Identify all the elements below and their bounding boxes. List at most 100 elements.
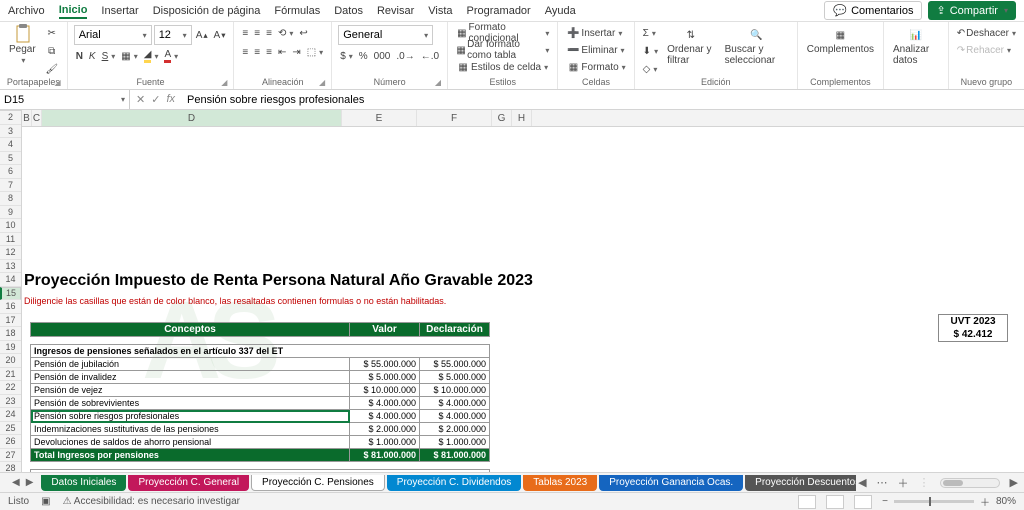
- merge-button[interactable]: ⬚▾: [305, 44, 325, 60]
- menu-revisar[interactable]: Revisar: [377, 5, 414, 17]
- tab-add-icon[interactable]: ＋: [898, 475, 909, 491]
- menu-inicio[interactable]: Inicio: [59, 4, 88, 19]
- decrease-decimal-button[interactable]: ←.0: [419, 48, 441, 64]
- row-header[interactable]: 23: [0, 395, 21, 409]
- menu-archivo[interactable]: Archivo: [8, 5, 45, 17]
- copy-button[interactable]: ⧉: [43, 43, 61, 59]
- row-headers[interactable]: 2345678910111213141516171819202122232425…: [0, 111, 22, 472]
- row-header[interactable]: 7: [0, 179, 21, 193]
- view-layout-button[interactable]: [826, 495, 844, 509]
- comma-button[interactable]: 000: [372, 48, 393, 64]
- row-header[interactable]: 27: [0, 449, 21, 463]
- font-color-button[interactable]: A▾: [162, 48, 180, 64]
- paste-button[interactable]: Pegar▾: [6, 25, 39, 67]
- menu-formulas[interactable]: Fórmulas: [274, 5, 320, 17]
- row-header[interactable]: 28: [0, 462, 21, 472]
- indent-dec-button[interactable]: ⇤: [276, 44, 288, 60]
- find-select-button[interactable]: 🔍Buscar y seleccionar: [722, 25, 791, 68]
- sheet-tab[interactable]: Proyección Ganancia Ocas.: [599, 475, 743, 491]
- increase-decimal-button[interactable]: .0→: [394, 48, 416, 64]
- align-center-button[interactable]: ≡: [252, 44, 262, 60]
- bold-button[interactable]: N: [74, 48, 85, 64]
- zoom-out-button[interactable]: −: [882, 496, 888, 507]
- row-header[interactable]: 2: [0, 111, 21, 125]
- sort-filter-button[interactable]: ⇅Ordenar y filtrar: [664, 25, 718, 68]
- menu-datos[interactable]: Datos: [334, 5, 363, 17]
- col-header[interactable]: D: [42, 110, 342, 126]
- row-header[interactable]: 14: [0, 273, 21, 287]
- insert-cells-button[interactable]: ➕Insertar▾: [564, 25, 624, 41]
- menu-ayuda[interactable]: Ayuda: [545, 5, 576, 17]
- tab-more-icon[interactable]: ⋯: [877, 476, 888, 489]
- row-header[interactable]: 19: [0, 341, 21, 355]
- clear-button[interactable]: ◇▾: [641, 61, 660, 77]
- wrap-text-button[interactable]: ↩: [297, 25, 309, 41]
- redo-button[interactable]: ↷Rehacer▾: [955, 42, 1013, 58]
- row-header[interactable]: 18: [0, 327, 21, 341]
- autosum-button[interactable]: Σ▾: [641, 25, 660, 41]
- indent-inc-button[interactable]: ⇥: [290, 44, 302, 60]
- decrease-font-button[interactable]: A▾: [212, 27, 228, 43]
- format-cells-button[interactable]: ▦Formato▾: [564, 59, 627, 75]
- accept-icon[interactable]: ✓: [151, 93, 160, 106]
- menu-vista[interactable]: Vista: [428, 5, 452, 17]
- dialog-launcher-icon[interactable]: ◢: [221, 78, 227, 87]
- row-header[interactable]: 5: [0, 152, 21, 166]
- font-size-select[interactable]: 12▾: [154, 25, 192, 45]
- zoom-level[interactable]: 80%: [996, 496, 1016, 507]
- format-painter-button[interactable]: 🖌: [43, 61, 61, 77]
- row-header[interactable]: 12: [0, 246, 21, 260]
- cancel-icon[interactable]: ✕: [136, 93, 145, 106]
- col-header[interactable]: F: [417, 110, 492, 126]
- formula-input[interactable]: Pensión sobre riesgos profesionales: [181, 94, 1024, 106]
- row-header[interactable]: 24: [0, 408, 21, 422]
- col-header[interactable]: G: [492, 110, 512, 126]
- col-header[interactable]: E: [342, 110, 417, 126]
- col-headers[interactable]: B C D E F G H: [22, 110, 1024, 127]
- macro-icon[interactable]: ▣: [41, 496, 50, 507]
- row-header[interactable]: 4: [0, 138, 21, 152]
- sheet-tab[interactable]: Datos Iniciales: [41, 475, 126, 491]
- zoom-slider[interactable]: [894, 500, 974, 503]
- sheet-tab[interactable]: Tablas 2023: [523, 475, 597, 491]
- underline-button[interactable]: S▾: [100, 48, 118, 64]
- row-header[interactable]: 15: [0, 287, 21, 301]
- menu-disposicion[interactable]: Disposición de página: [153, 5, 261, 17]
- row-header[interactable]: 13: [0, 260, 21, 274]
- tab-nav[interactable]: ◀▶: [6, 477, 39, 488]
- menu-insertar[interactable]: Insertar: [101, 5, 138, 17]
- chevron-right-icon[interactable]: ▶: [26, 477, 34, 488]
- align-top-button[interactable]: ≡: [240, 25, 250, 41]
- sheet-tab[interactable]: Proyección Descuentos Trib.: [745, 475, 856, 491]
- row-header[interactable]: 22: [0, 381, 21, 395]
- row-header[interactable]: 3: [0, 125, 21, 139]
- format-table-button[interactable]: ▦Dar formato como tabla▾: [454, 42, 551, 58]
- col-header[interactable]: C: [32, 110, 42, 126]
- fill-color-button[interactable]: ◢▾: [142, 48, 161, 64]
- addins-button[interactable]: ▦Complementos: [804, 25, 877, 57]
- tab-next-icon[interactable]: ▶: [1010, 476, 1018, 489]
- align-left-button[interactable]: ≡: [240, 44, 250, 60]
- name-box[interactable]: D15▾: [0, 90, 130, 109]
- border-button[interactable]: ▦▾: [119, 48, 139, 64]
- share-button[interactable]: ⇪Compartir▾: [928, 1, 1016, 20]
- row-header[interactable]: 26: [0, 435, 21, 449]
- analyze-button[interactable]: 📊Analizar datos: [890, 25, 942, 68]
- accessibility-status[interactable]: ⚠ Accesibilidad: es necesario investigar: [63, 496, 240, 507]
- row-header[interactable]: 21: [0, 368, 21, 382]
- currency-button[interactable]: $▾: [338, 48, 355, 64]
- row-header[interactable]: 20: [0, 354, 21, 368]
- font-name-select[interactable]: Arial▾: [74, 25, 152, 45]
- row-header[interactable]: 16: [0, 300, 21, 314]
- align-right-button[interactable]: ≡: [264, 44, 274, 60]
- sheet-tab[interactable]: Proyección C. Dividendos: [387, 475, 522, 491]
- cell-styles-button[interactable]: ▦Estilos de celda▾: [454, 59, 550, 75]
- dialog-launcher-icon[interactable]: ◢: [435, 78, 441, 87]
- sheet-tab[interactable]: Proyección C. General: [128, 475, 249, 491]
- fx-icon[interactable]: fx: [166, 93, 175, 106]
- menu-programador[interactable]: Programador: [467, 5, 531, 17]
- increase-font-button[interactable]: A▴: [194, 27, 210, 43]
- row-header[interactable]: 6: [0, 165, 21, 179]
- italic-button[interactable]: K: [87, 48, 98, 64]
- zoom-in-button[interactable]: ＋: [980, 494, 990, 509]
